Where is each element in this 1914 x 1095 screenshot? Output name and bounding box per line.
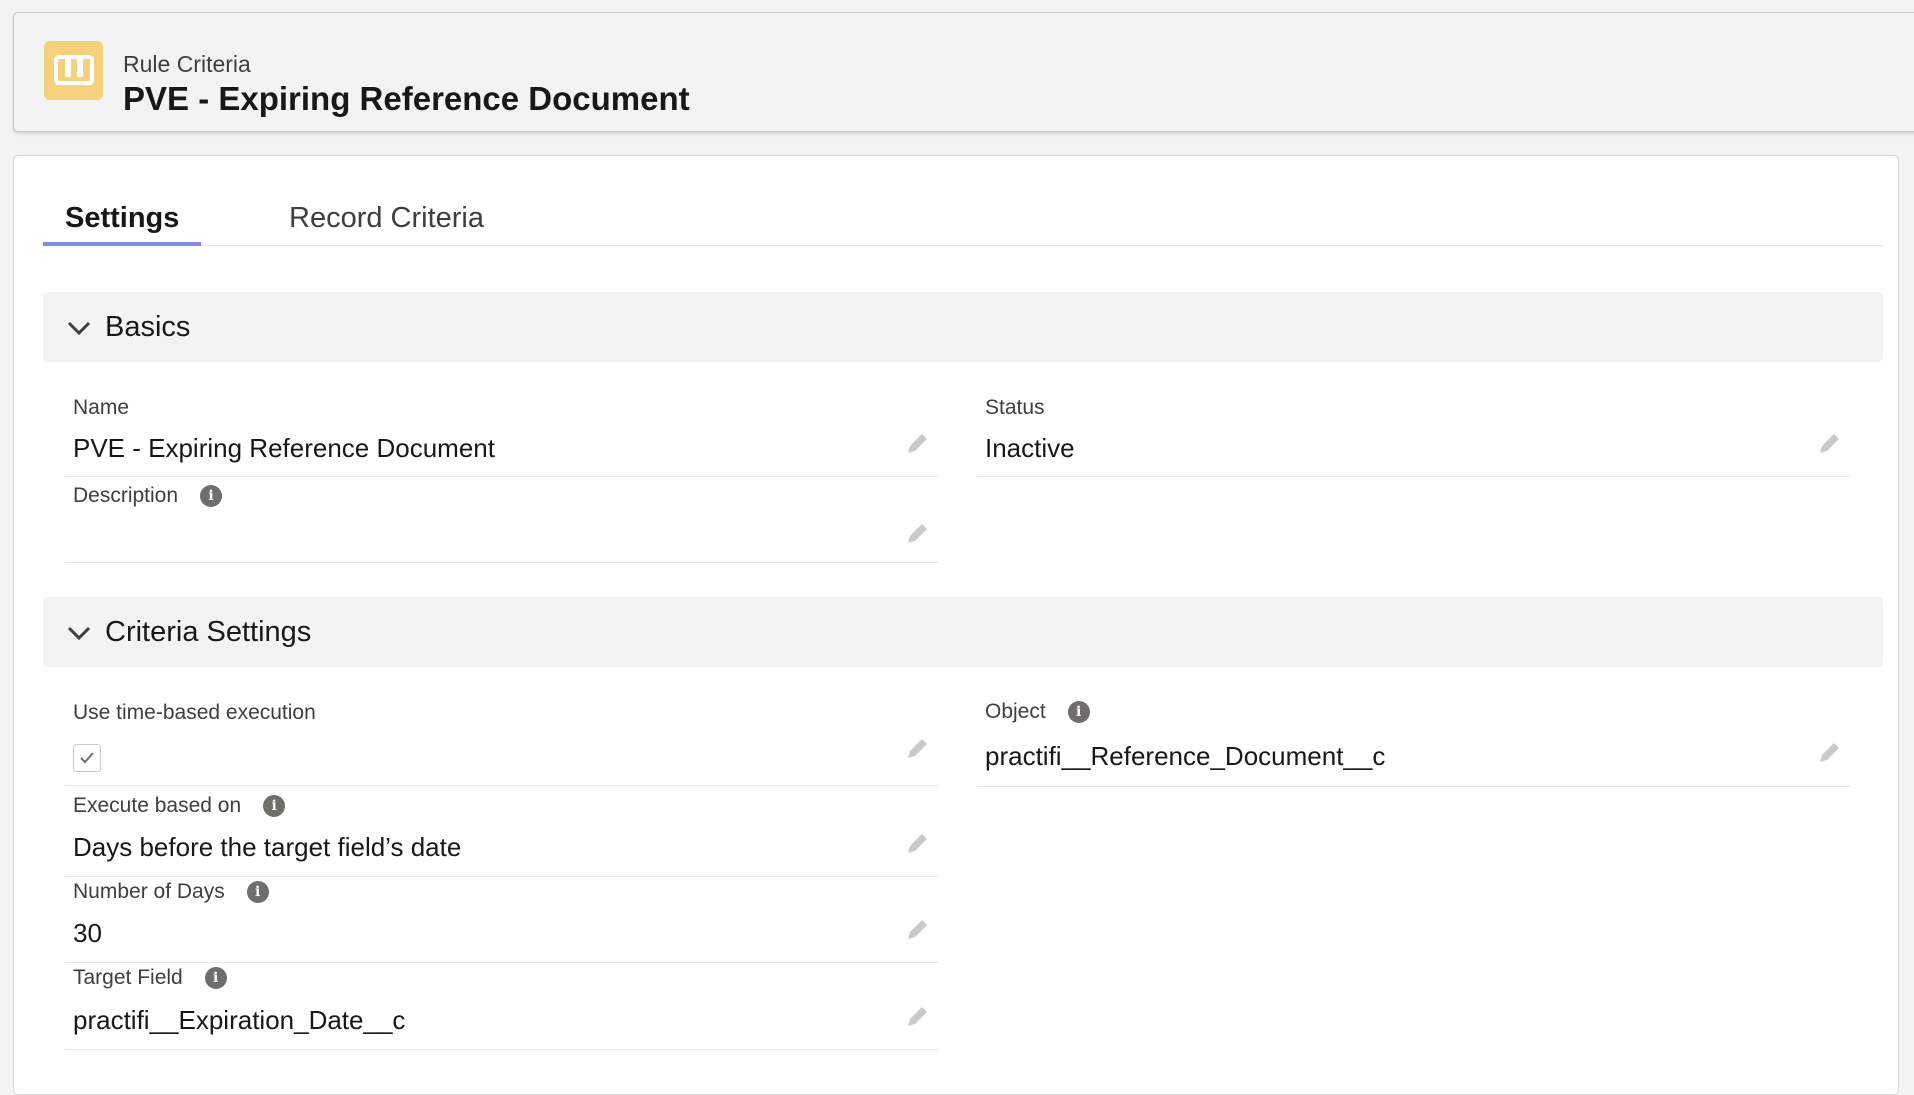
- section-criteria-header[interactable]: Criteria Settings: [43, 597, 1883, 667]
- field-label-row: Number of Days i: [73, 880, 269, 904]
- page-eyebrow: Rule Criteria: [123, 51, 251, 77]
- page-header: Rule Criteria PVE - Expiring Reference D…: [13, 12, 1914, 132]
- page-title: PVE - Expiring Reference Document: [123, 80, 690, 117]
- field-value: practifi__Reference_Document__c: [985, 741, 1386, 771]
- tab-record-criteria[interactable]: Record Criteria: [267, 191, 506, 246]
- field-label: Target Field: [73, 966, 183, 989]
- field-label: Status: [985, 396, 1045, 419]
- section-basics-title: Basics: [105, 311, 191, 343]
- section-criteria-title: Criteria Settings: [105, 616, 312, 648]
- chevron-down-icon: [67, 321, 91, 336]
- chevron-down-icon: [67, 626, 91, 641]
- field-description: Description i: [65, 484, 938, 563]
- pencil-icon[interactable]: [904, 831, 930, 857]
- field-value: practifi__Expiration_Date__c: [73, 1005, 406, 1035]
- pencil-icon[interactable]: [904, 736, 930, 762]
- field-value: Days before the target field’s date: [73, 832, 462, 862]
- field-value: PVE - Expiring Reference Document: [73, 433, 495, 463]
- pencil-icon[interactable]: [904, 431, 930, 457]
- field-object: Object i practifi__Reference_Document__c: [977, 700, 1850, 787]
- field-value: Inactive: [985, 433, 1075, 463]
- field-time-based: Use time-based execution: [65, 701, 938, 786]
- pencil-icon[interactable]: [1816, 431, 1842, 457]
- pencil-icon[interactable]: [904, 521, 930, 547]
- tab-bar: Settings Record Criteria: [43, 191, 1883, 246]
- field-label: Use time-based execution: [73, 701, 316, 724]
- field-name: Name PVE - Expiring Reference Document: [65, 396, 938, 477]
- field-label: Number of Days: [73, 880, 225, 903]
- section-basics-header[interactable]: Basics: [43, 292, 1883, 362]
- main-card: Settings Record Criteria Basics Name PVE…: [13, 155, 1899, 1095]
- field-status: Status Inactive: [977, 396, 1850, 477]
- book-icon: [44, 41, 103, 100]
- field-label-row: Target Field i: [73, 966, 227, 990]
- field-label-row: Description i: [73, 484, 223, 508]
- info-icon[interactable]: i: [204, 967, 227, 989]
- info-icon[interactable]: i: [200, 485, 223, 507]
- field-label-row: Execute based on i: [73, 794, 286, 818]
- field-value: 30: [73, 918, 102, 948]
- tab-settings[interactable]: Settings: [43, 191, 202, 246]
- field-label-row: Object i: [985, 700, 1090, 724]
- checkmark-icon: [80, 752, 94, 764]
- field-label: Description: [73, 484, 179, 507]
- field-label: Name: [73, 396, 130, 419]
- field-label: Object: [985, 700, 1046, 723]
- info-icon[interactable]: i: [246, 881, 269, 903]
- time-based-checkbox[interactable]: [73, 744, 101, 772]
- pencil-icon[interactable]: [904, 1004, 930, 1030]
- field-label: Execute based on: [73, 794, 242, 817]
- info-icon[interactable]: i: [263, 795, 286, 817]
- pencil-icon[interactable]: [904, 917, 930, 943]
- field-number-of-days: Number of Days i 30: [65, 880, 938, 963]
- field-target-field: Target Field i practifi__Expiration_Date_…: [65, 966, 938, 1050]
- field-execute-based-on: Execute based on i Days before the target…: [65, 794, 938, 877]
- info-icon[interactable]: i: [1067, 701, 1090, 723]
- pencil-icon[interactable]: [1816, 740, 1842, 766]
